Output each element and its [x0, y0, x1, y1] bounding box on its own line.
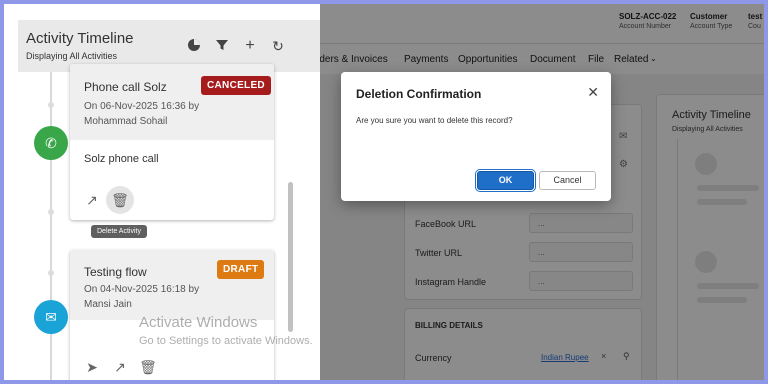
timeline-dot — [48, 102, 54, 108]
refresh-icon[interactable]: ↻ — [270, 38, 286, 54]
add-icon[interactable]: + — [242, 38, 258, 54]
activity-card[interactable]: Phone call Solz CANCELED On 06-Nov-2025 … — [70, 64, 274, 220]
app-frame: SOLZ-ACC-022 Account Number Customer Acc… — [4, 4, 764, 380]
timeline-dot — [48, 209, 54, 215]
status-badge: DRAFT — [217, 260, 265, 279]
dialog-message: Are you sure you want to delete this rec… — [356, 116, 513, 125]
dialog-title: Deletion Confirmation — [356, 87, 482, 101]
ok-button[interactable]: OK — [477, 171, 534, 190]
delete-icon[interactable]: 🗑 — [106, 186, 134, 214]
activity-date: On 04-Nov-2025 16:18 by — [84, 284, 200, 295]
phone-icon: ✆ — [34, 126, 68, 160]
timeline-subtitle: Displaying All Activities — [26, 51, 118, 61]
watermark-title: Activate Windows — [139, 314, 258, 331]
timeline-title: Activity Timeline — [26, 30, 134, 47]
pie-chart-icon[interactable] — [186, 38, 202, 54]
deletion-dialog: Deletion Confirmation ✕ Are you sure you… — [341, 72, 611, 201]
close-icon[interactable]: ✕ — [587, 84, 599, 101]
delete-icon[interactable]: 🗑 — [138, 357, 158, 377]
open-external-icon[interactable]: ↗ — [82, 190, 102, 210]
activity-title: Testing flow — [84, 265, 147, 279]
cancel-button[interactable]: Cancel — [539, 171, 596, 190]
mail-icon: ✉ — [34, 300, 68, 334]
activity-user: Mohammad Sohail — [84, 116, 168, 127]
activity-user: Mansi Jain — [84, 299, 132, 310]
timeline-dot — [48, 270, 54, 276]
watermark-subtitle: Go to Settings to activate Windows. — [139, 335, 313, 347]
activity-timeline-panel: Activity Timeline Displaying All Activit… — [4, 4, 320, 380]
delete-activity-tooltip: Delete Activity — [91, 225, 147, 238]
send-icon[interactable]: ➤ — [82, 357, 102, 377]
activity-card-header: Phone call Solz CANCELED On 06-Nov-2025 … — [70, 64, 274, 140]
activity-card-header: Testing flow DRAFT On 04-Nov-2025 16:18 … — [70, 250, 274, 320]
filter-icon[interactable] — [214, 38, 230, 54]
scrollbar[interactable] — [288, 182, 293, 332]
activity-title: Phone call Solz — [84, 80, 167, 94]
open-external-icon[interactable]: ↗ — [110, 357, 130, 377]
status-badge: CANCELED — [201, 76, 271, 95]
activity-description: Solz phone call — [84, 153, 159, 165]
activity-date: On 06-Nov-2025 16:36 by — [84, 101, 200, 112]
